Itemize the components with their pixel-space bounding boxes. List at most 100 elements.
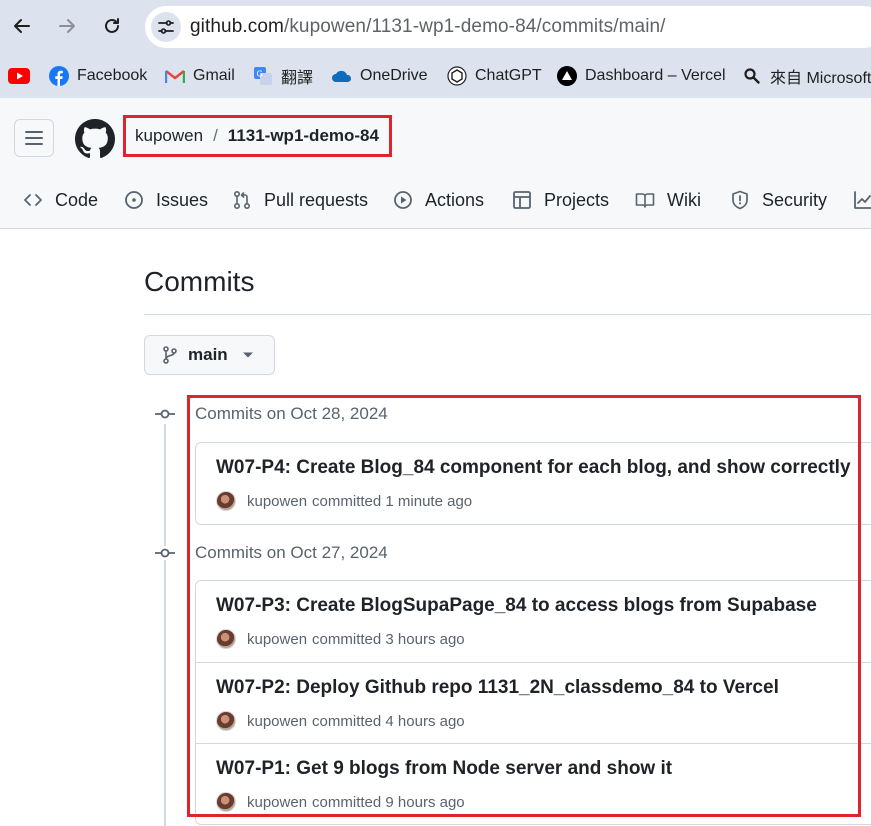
back-button[interactable]	[9, 11, 35, 41]
avatar[interactable]	[216, 629, 236, 649]
page-title: Commits	[144, 266, 255, 297]
tab-label: Issues	[156, 189, 209, 210]
browser-toolbar: github.com/kupowen/1131-wp1-demo-84/comm…	[0, 0, 871, 54]
arrow-right-icon	[59, 19, 75, 33]
commit-message-link[interactable]: W07-P1: Get 9 blogs from Node server and…	[216, 758, 672, 780]
git-commit-icon	[155, 407, 175, 421]
commit-row[interactable]: W07-P4: Create Blog_84 component for eac…	[196, 443, 871, 524]
commit-time: 3 hours ago	[385, 630, 465, 648]
timeline-line	[164, 424, 166, 826]
caret-down-icon	[242, 351, 254, 359]
commit-meta: kupowen committed 3 hours ago	[216, 629, 465, 649]
youtube-icon	[8, 65, 30, 87]
git-branch-icon	[162, 346, 178, 364]
tab-wiki[interactable]: Wiki	[635, 186, 701, 214]
gmail-icon	[164, 65, 186, 87]
tab-actions[interactable]: Actions	[393, 186, 484, 214]
git-commit-icon	[155, 546, 175, 560]
bookmark-label: Dashboard – Vercel	[585, 67, 726, 84]
bookmark-label: OneDrive	[360, 67, 428, 84]
commit-group-heading: Commits on Oct 28, 2024	[195, 404, 388, 423]
commit-meta: kupowen committed 1 minute ago	[216, 491, 472, 511]
tab-security[interactable]: Security	[730, 186, 827, 214]
bookmark-gmail[interactable]: Gmail	[164, 64, 235, 88]
tab-issues[interactable]: Issues	[124, 186, 208, 214]
menu-icon	[25, 131, 43, 145]
owner-link[interactable]: kupowen	[135, 126, 203, 146]
commit-time: 1 minute ago	[385, 492, 473, 510]
bookmark-label: Facebook	[77, 67, 148, 84]
repo-link[interactable]: 1131-wp1-demo-84	[228, 126, 379, 146]
commit-action: committed	[312, 712, 382, 730]
tab-label: Projects	[544, 189, 610, 210]
table-icon	[513, 191, 531, 209]
bookmark-youtube[interactable]	[8, 64, 37, 88]
bookmark-vercel[interactable]: Dashboard – Vercel	[556, 64, 726, 88]
graph-icon	[854, 191, 871, 209]
facebook-icon	[48, 65, 70, 87]
commit-message-link[interactable]: W07-P3: Create BlogSupaPage_84 to access…	[216, 595, 817, 617]
commit-message-link[interactable]: W07-P4: Create Blog_84 component for eac…	[216, 457, 851, 479]
site-info-button[interactable]	[151, 12, 181, 42]
bookmark-label: ChatGPT	[475, 67, 542, 84]
pull-request-icon	[233, 190, 251, 210]
commit-meta: kupowen committed 9 hours ago	[216, 792, 465, 812]
title-divider	[144, 314, 871, 315]
bookmark-label: Gmail	[193, 67, 235, 84]
reload-button[interactable]	[99, 11, 125, 41]
bookmarks-bar: Facebook Gmail G 翻譯 OneDrive ChatGPT Das…	[0, 54, 871, 98]
arrow-left-icon	[14, 19, 30, 33]
breadcrumb-separator: /	[213, 126, 218, 145]
tab-label: Actions	[425, 189, 485, 210]
chatgpt-icon	[446, 65, 468, 87]
github-logo-icon[interactable]	[75, 119, 115, 159]
branch-selector-button[interactable]: main	[144, 335, 275, 375]
tab-label: Code	[55, 189, 99, 210]
commit-row[interactable]: W07-P1: Get 9 blogs from Node server and…	[196, 743, 871, 824]
commit-author[interactable]: kupowen	[247, 631, 307, 648]
commit-group-list: W07-P4: Create Blog_84 component for eac…	[195, 442, 871, 525]
tab-label: Wiki	[667, 189, 701, 210]
commit-action: committed	[312, 630, 382, 648]
commit-author[interactable]: kupowen	[247, 493, 307, 510]
commit-meta: kupowen committed 4 hours ago	[216, 711, 465, 731]
avatar[interactable]	[216, 792, 236, 812]
repo-breadcrumb: kupowen / 1131-wp1-demo-84	[123, 115, 392, 157]
tab-projects[interactable]: Projects	[512, 186, 609, 214]
bookmark-translate[interactable]: G 翻譯	[252, 64, 313, 88]
translate-icon: G	[252, 65, 274, 87]
tab-label: Pull requests	[264, 189, 369, 210]
tab-label: Security	[762, 189, 828, 210]
branch-name: main	[188, 345, 228, 364]
bookmark-onedrive[interactable]: OneDrive	[331, 64, 428, 88]
tab-pull-requests[interactable]: Pull requests	[232, 186, 368, 214]
vercel-icon	[556, 65, 578, 87]
issue-icon	[125, 191, 143, 209]
forward-button[interactable]	[54, 11, 80, 41]
bookmark-facebook[interactable]: Facebook	[48, 64, 147, 88]
bookmark-label: 來自 Microsoft	[770, 70, 871, 87]
onedrive-icon	[331, 65, 353, 87]
url-text[interactable]: github.com/kupowen/1131-wp1-demo-84/comm…	[190, 16, 666, 38]
avatar[interactable]	[216, 711, 236, 731]
commit-action: committed	[312, 793, 382, 811]
code-icon	[24, 194, 42, 206]
address-bar[interactable]: github.com/kupowen/1131-wp1-demo-84/comm…	[145, 6, 871, 48]
hamburger-menu-button[interactable]	[14, 119, 54, 157]
bookmark-chatgpt[interactable]: ChatGPT	[446, 64, 542, 88]
commit-author[interactable]: kupowen	[247, 713, 307, 730]
book-icon	[635, 193, 655, 208]
play-icon	[394, 191, 412, 209]
commit-author[interactable]: kupowen	[247, 794, 307, 811]
commit-time: 4 hours ago	[385, 712, 465, 730]
avatar[interactable]	[216, 491, 236, 511]
search-icon	[741, 65, 763, 87]
tab-insights[interactable]	[853, 186, 871, 214]
bookmark-microsoft[interactable]: 來自 Microsoft	[741, 64, 871, 88]
commit-row[interactable]: W07-P2: Deploy Github repo 1131_2N_class…	[196, 662, 871, 743]
url-host: github.com	[190, 16, 284, 37]
tab-code[interactable]: Code	[23, 186, 98, 214]
commit-row[interactable]: W07-P3: Create BlogSupaPage_84 to access…	[196, 581, 871, 662]
svg-text:G: G	[257, 70, 263, 79]
commit-message-link[interactable]: W07-P2: Deploy Github repo 1131_2N_class…	[216, 677, 779, 699]
